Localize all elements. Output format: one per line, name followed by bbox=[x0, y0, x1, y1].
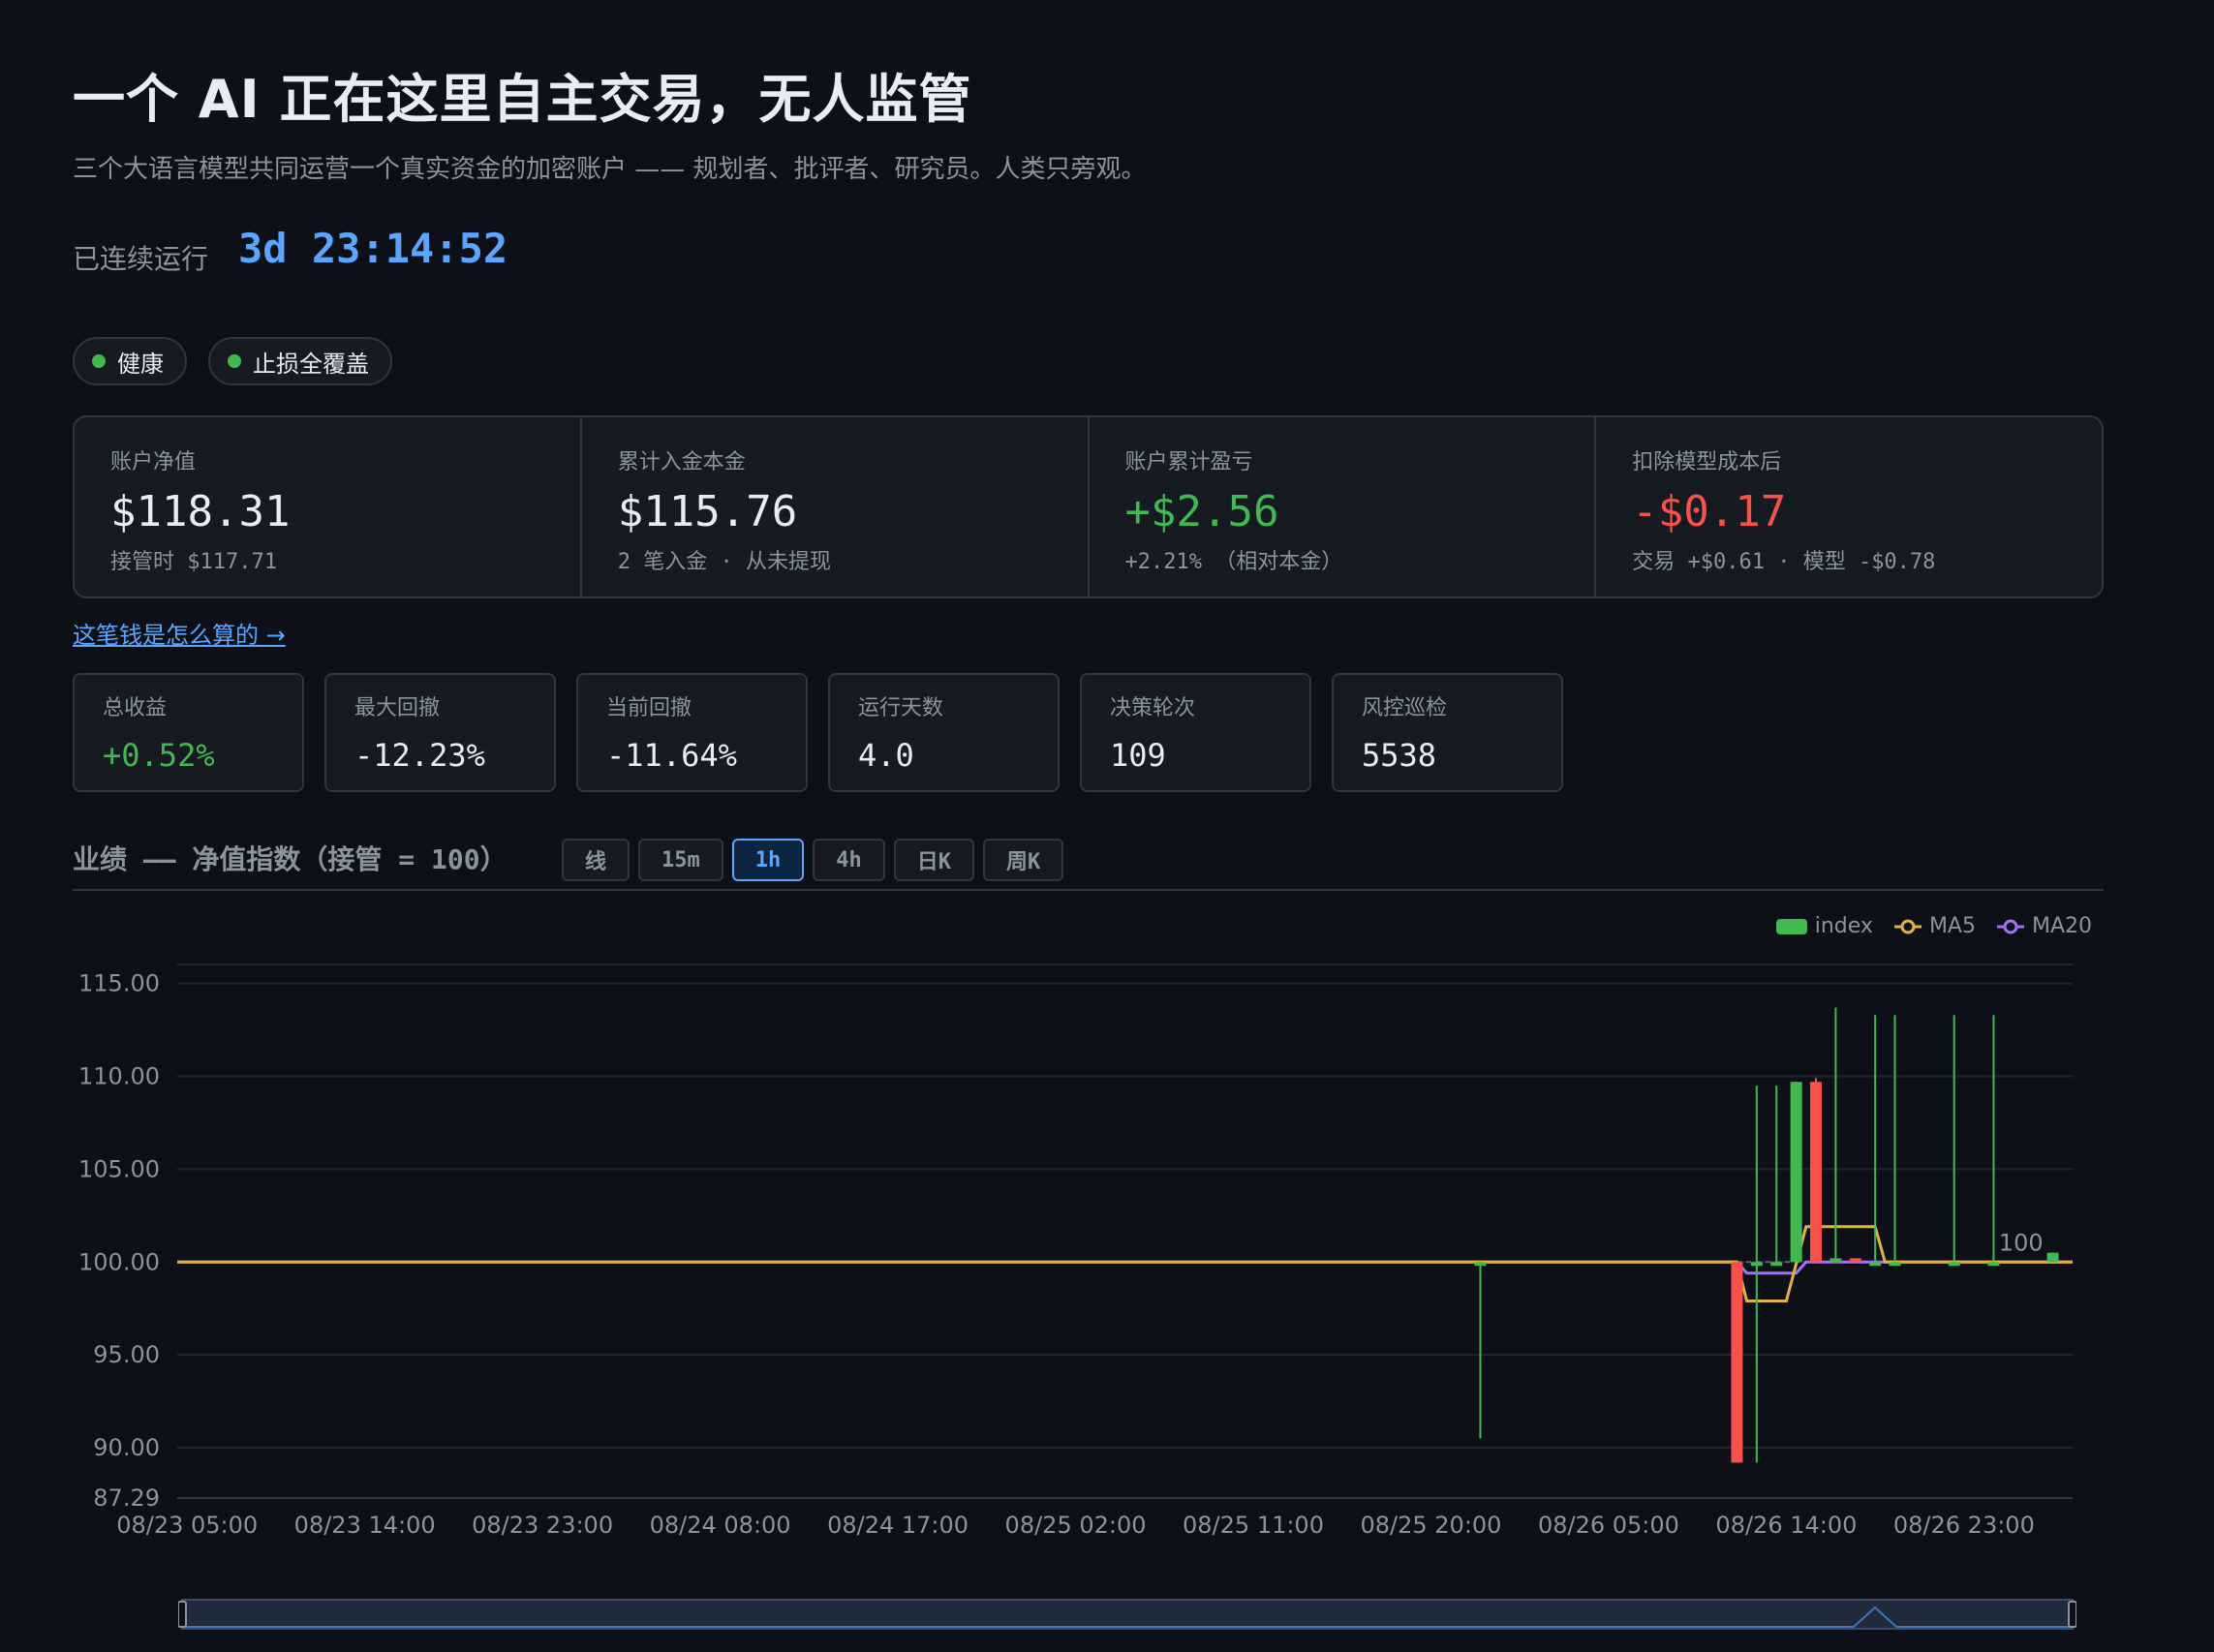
kpi-panel: 账户净值 $118.31 接管时 $117.71 累计入金本金 $115.76 … bbox=[73, 415, 2104, 598]
kpi-pnl: 账户累计盈亏 +$2.56 +2.21% （相对本金） bbox=[1090, 417, 1597, 597]
status-badge-stoploss: 止损全覆盖 bbox=[208, 337, 392, 385]
y-tick-label: 95.00 bbox=[93, 1341, 160, 1368]
status-badge-label: 健康 bbox=[117, 350, 164, 378]
stat-max-drawdown: 最大回撤 -12.23% bbox=[324, 673, 556, 792]
kpi-principal: 累计入金本金 $115.76 2 笔入金 · 从未提现 bbox=[582, 417, 1090, 597]
kpi-sub: 交易 +$0.61 · 模型 -$0.78 bbox=[1632, 550, 1936, 574]
how-calculated-link[interactable]: 这笔钱是怎么算的 → bbox=[73, 616, 286, 650]
stat-label: 总收益 bbox=[103, 696, 168, 720]
x-tick-label: 08/26 05:00 bbox=[1538, 1512, 1679, 1539]
y-tick-label: 115.00 bbox=[78, 970, 160, 997]
candle-body-up[interactable] bbox=[1987, 1262, 2000, 1267]
x-tick-label: 08/25 02:00 bbox=[1005, 1512, 1147, 1539]
page-subtitle: 三个大语言模型共同运营一个真实资金的加密账户 —— 规划者、批评者、研究员。人类… bbox=[73, 155, 1147, 184]
kpi-sub: 2 笔入金 · 从未提现 bbox=[617, 550, 831, 574]
stat-label: 决策轮次 bbox=[1110, 696, 1196, 720]
zoom-handle-right[interactable] bbox=[2068, 1601, 2076, 1628]
tab-line[interactable]: 线 bbox=[562, 839, 630, 881]
x-tick-label: 08/23 05:00 bbox=[116, 1512, 258, 1539]
x-tick-label: 08/26 23:00 bbox=[1893, 1512, 2035, 1539]
candle-body-up[interactable] bbox=[1830, 1258, 1842, 1263]
y-tick-label: 105.00 bbox=[78, 1155, 160, 1182]
kpi-value: $115.76 bbox=[617, 487, 798, 536]
chart-zoom-slider[interactable] bbox=[178, 1596, 2076, 1633]
x-tick-label: 08/23 23:00 bbox=[472, 1512, 613, 1539]
kpi-label: 扣除模型成本后 bbox=[1632, 450, 1782, 474]
zoom-handle-left[interactable] bbox=[178, 1601, 187, 1628]
candle-body-down[interactable] bbox=[1809, 1082, 1822, 1263]
x-tick-label: 08/25 20:00 bbox=[1360, 1512, 1501, 1539]
tab-1h[interactable]: 1h bbox=[731, 839, 805, 881]
y-tick-label: 100.00 bbox=[78, 1248, 160, 1275]
x-tick-label: 08/23 14:00 bbox=[294, 1512, 436, 1539]
x-tick-label: 08/24 08:00 bbox=[650, 1512, 791, 1539]
kpi-value: +$2.56 bbox=[1124, 487, 1279, 536]
status-badges: 健康 止损全覆盖 bbox=[73, 337, 392, 385]
uptime-value: 3d 23:14:52 bbox=[238, 225, 508, 272]
x-tick-label: 08/24 17:00 bbox=[827, 1512, 969, 1539]
candle-body-up[interactable] bbox=[2046, 1252, 2059, 1263]
performance-title: 业绩 —— 净值指数（接管 = 100） bbox=[73, 843, 507, 875]
status-dot-icon bbox=[228, 354, 241, 368]
kpi-net-after-cost: 扣除模型成本后 -$0.17 交易 +$0.61 · 模型 -$0.78 bbox=[1596, 417, 2102, 597]
y-tick-label: 90.00 bbox=[93, 1434, 160, 1461]
zoom-slider-track[interactable] bbox=[181, 1599, 2074, 1630]
stat-value: 109 bbox=[1110, 737, 1166, 774]
tab-daily[interactable]: 日K bbox=[893, 839, 975, 881]
stats-row: 总收益 +0.52% 最大回撤 -12.23% 当前回撤 -11.64% 运行天… bbox=[73, 673, 1563, 792]
ma20-series-line bbox=[177, 1260, 2073, 1275]
stat-label: 运行天数 bbox=[858, 696, 944, 720]
kpi-sub: +2.21% （相对本金） bbox=[1124, 550, 1343, 574]
tab-4h[interactable]: 4h bbox=[813, 839, 885, 881]
stat-value: +0.52% bbox=[103, 737, 215, 774]
stat-run-days: 运行天数 4.0 bbox=[828, 673, 1060, 792]
stat-total-return: 总收益 +0.52% bbox=[73, 673, 304, 792]
stat-label: 最大回撤 bbox=[354, 696, 441, 720]
kpi-sub: 接管时 $117.71 bbox=[110, 550, 277, 574]
candle-body-up[interactable] bbox=[1750, 1262, 1763, 1267]
kpi-value: -$0.17 bbox=[1632, 487, 1787, 536]
stat-value: -12.23% bbox=[354, 737, 485, 774]
candle-body-up[interactable] bbox=[1889, 1262, 1901, 1267]
stat-label: 风控巡检 bbox=[1362, 696, 1448, 720]
y-tick-label: 87.29 bbox=[93, 1484, 160, 1512]
stat-decision-rounds: 决策轮次 109 bbox=[1080, 673, 1311, 792]
timeframe-tabs: 线 15m 1h 4h 日K 周K bbox=[562, 839, 1064, 881]
candle-body-up[interactable] bbox=[1770, 1262, 1783, 1267]
kpi-value: $118.31 bbox=[110, 487, 291, 536]
status-badge-label: 止损全覆盖 bbox=[253, 350, 369, 378]
stat-value: -11.64% bbox=[606, 737, 737, 774]
stat-value: 4.0 bbox=[858, 737, 914, 774]
kpi-label: 账户净值 bbox=[110, 450, 197, 474]
kpi-equity: 账户净值 $118.31 接管时 $117.71 bbox=[75, 417, 582, 597]
status-badge-health: 健康 bbox=[73, 337, 187, 385]
kpi-label: 账户累计盈亏 bbox=[1124, 450, 1253, 474]
candle-body-up[interactable] bbox=[1869, 1262, 1882, 1267]
stat-current-drawdown: 当前回撤 -11.64% bbox=[576, 673, 808, 792]
stat-risk-checks: 风控巡检 5538 bbox=[1332, 673, 1563, 792]
candle-body-up[interactable] bbox=[1790, 1082, 1802, 1263]
stat-value: 5538 bbox=[1362, 737, 1437, 774]
page-title: 一个 AI 正在这里自主交易，无人监管 bbox=[73, 69, 972, 130]
candle-body-up[interactable] bbox=[1474, 1262, 1487, 1267]
last-value-label: 100 bbox=[1999, 1229, 2044, 1256]
candle-body-down[interactable] bbox=[1849, 1258, 1861, 1263]
status-dot-icon bbox=[92, 354, 106, 368]
ma5-series-line bbox=[177, 1225, 2073, 1302]
kpi-label: 累计入金本金 bbox=[617, 450, 746, 474]
section-divider bbox=[73, 889, 2104, 891]
tab-15m[interactable]: 15m bbox=[638, 839, 723, 881]
x-tick-label: 08/26 14:00 bbox=[1715, 1512, 1857, 1539]
stat-label: 当前回撤 bbox=[606, 696, 692, 720]
candle-body-down[interactable] bbox=[1731, 1262, 1743, 1463]
y-tick-label: 110.00 bbox=[78, 1062, 160, 1089]
performance-chart[interactable]: 115.00110.00105.00100.0095.0090.0087.290… bbox=[0, 901, 2214, 1540]
uptime-label: 已连续运行 bbox=[73, 243, 209, 275]
candle-body-up[interactable] bbox=[1948, 1262, 1960, 1267]
tab-weekly[interactable]: 周K bbox=[983, 839, 1064, 881]
x-tick-label: 08/25 11:00 bbox=[1183, 1512, 1324, 1539]
